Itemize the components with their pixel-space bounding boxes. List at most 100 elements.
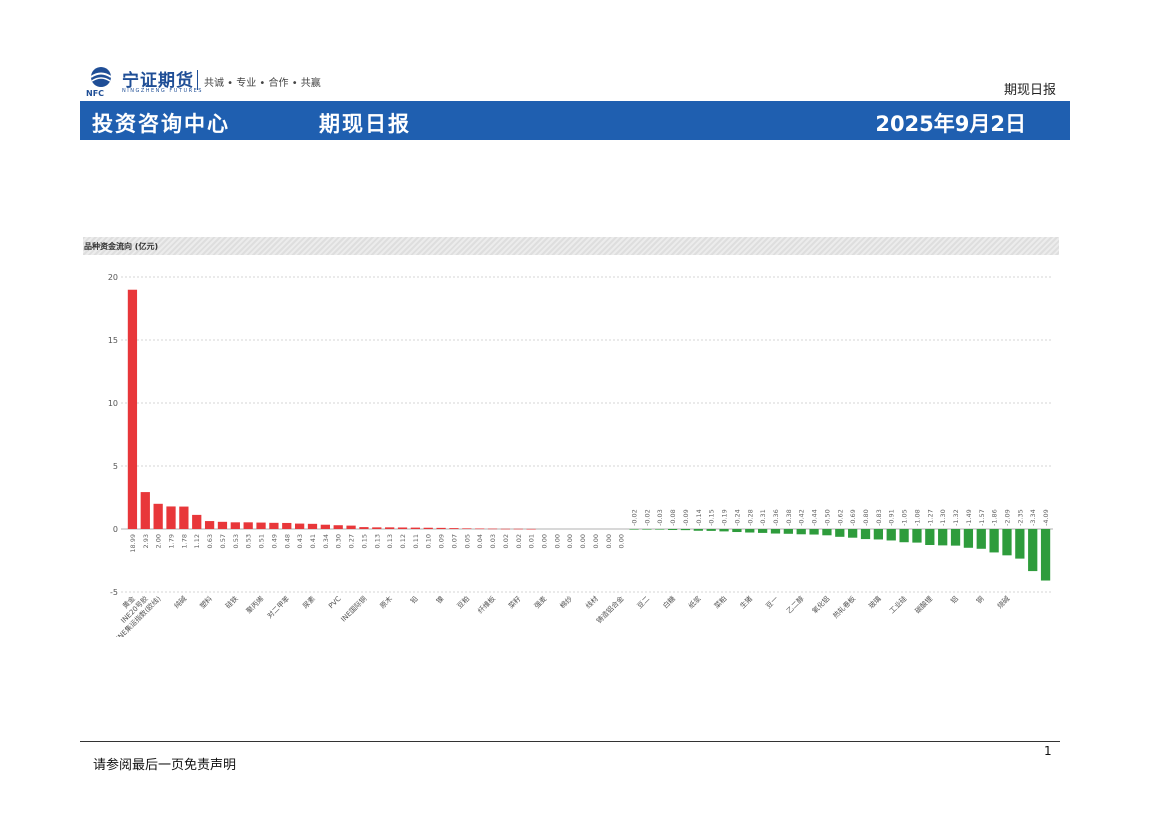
data-label: -0.24 [733,509,741,526]
data-label: -2.35 [1016,509,1024,526]
data-label: -0.42 [798,509,806,526]
bar [230,522,240,529]
bar [269,522,279,529]
data-label: -0.44 [811,509,819,526]
data-label: -1.08 [913,509,921,526]
data-label: -0.83 [875,509,883,526]
data-label: -0.19 [721,509,729,526]
data-label: -0.38 [785,509,793,526]
report-title: 期现日报 [319,112,411,136]
bar [243,522,253,529]
x-tick-label: 强麦 [532,594,548,610]
bar [500,528,511,530]
disclaimer-note: 请参阅最后一页免责声明 [93,758,237,773]
x-tick-label: INE国际铜 [339,594,369,624]
data-label: 0.02 [502,534,510,548]
data-label: 0.41 [309,534,317,548]
data-label: 2.93 [142,534,150,548]
data-label: -3.34 [1029,509,1037,526]
bar [166,506,176,529]
bar [989,529,999,553]
bar [822,529,832,536]
data-label: 0.13 [373,534,381,548]
x-tick-label: 线材 [584,594,600,610]
bar [809,529,819,535]
x-tick-label: 白糖 [661,594,677,610]
data-label: 0.10 [425,534,433,548]
data-label: 0.00 [540,534,548,548]
bar [848,529,858,538]
bar [217,521,228,529]
x-tick-label: 塑料 [198,594,214,610]
data-label: 0.15 [360,534,368,548]
x-tick-label: 生猪 [738,594,754,610]
bar [938,529,948,546]
slogan: 共诚 • 专业 • 合作 • 共赢 [204,78,321,89]
data-label: -0.69 [849,509,857,526]
x-tick-label: 工业硅 [887,594,908,615]
bar [860,529,871,540]
y-tick-label: 10 [108,399,118,408]
bar [140,492,150,529]
x-tick-label: 烧碱 [995,594,1011,610]
data-label: 0.00 [566,534,574,548]
data-label: 0.53 [232,534,240,548]
data-label: -1.86 [991,509,999,526]
bar [629,529,639,530]
logo-divider [197,70,198,90]
bar [976,529,986,549]
y-tick-label: 20 [108,273,118,282]
data-label: 2.00 [155,534,163,548]
data-label: 0.48 [283,534,291,548]
x-tick-label: 棉纱 [558,594,574,610]
data-label: 0.12 [399,534,407,548]
bar [835,529,845,537]
data-label: 0.51 [258,534,266,548]
data-label: -4.09 [1042,509,1050,526]
bar [282,522,292,529]
data-label: -0.36 [772,509,780,526]
x-tick-label: 铅 [408,594,419,605]
data-label: 1.78 [180,534,188,548]
x-tick-label: 铸造铝合金 [594,594,625,625]
bar [475,528,485,530]
bar [436,527,446,529]
bar [1002,529,1012,556]
bar [423,527,433,529]
bar [899,529,909,543]
bar [719,529,729,532]
x-tick-label: 玻璃 [867,594,883,610]
page-number: 1 [1044,744,1052,758]
data-label: -1.57 [978,509,986,526]
fund-flow-chart: 品种资金流向 (亿元) 20 15 10 5 0 -5 18.99 黄金 2.93 INE20号胶… [83,237,1059,637]
data-label: 0.57 [219,534,227,548]
data-label: 0.00 [579,534,587,548]
footer-divider [80,741,1060,742]
data-label: -0.31 [759,509,767,526]
bar [950,529,961,546]
bar [385,527,395,529]
data-label: -1.05 [901,509,909,526]
bar [320,524,330,529]
data-label: -0.62 [836,509,844,526]
x-tick-label: 铜 [974,594,985,605]
y-tick-label: -5 [110,588,118,597]
x-tick-label: 豆二 [636,595,652,611]
data-label: -1.30 [939,509,947,526]
bar [397,527,408,529]
title-banner: 投资咨询中心 期现日报 2025年9月2日 [80,101,1070,140]
x-tick-label: 原木 [378,594,394,610]
data-label: -0.02 [631,509,639,526]
bar [487,528,498,530]
data-label: 18.99 [129,534,137,553]
x-tick-label: PVC [327,595,343,611]
data-label: 1.79 [168,534,176,548]
bar [307,523,318,529]
bar [770,529,781,534]
data-label: 0.02 [515,534,523,548]
y-tick-label: 15 [108,336,118,345]
bar [680,529,691,531]
bar [179,506,189,529]
bar [192,514,202,529]
report-date: 2025年9月2日 [875,112,1026,136]
